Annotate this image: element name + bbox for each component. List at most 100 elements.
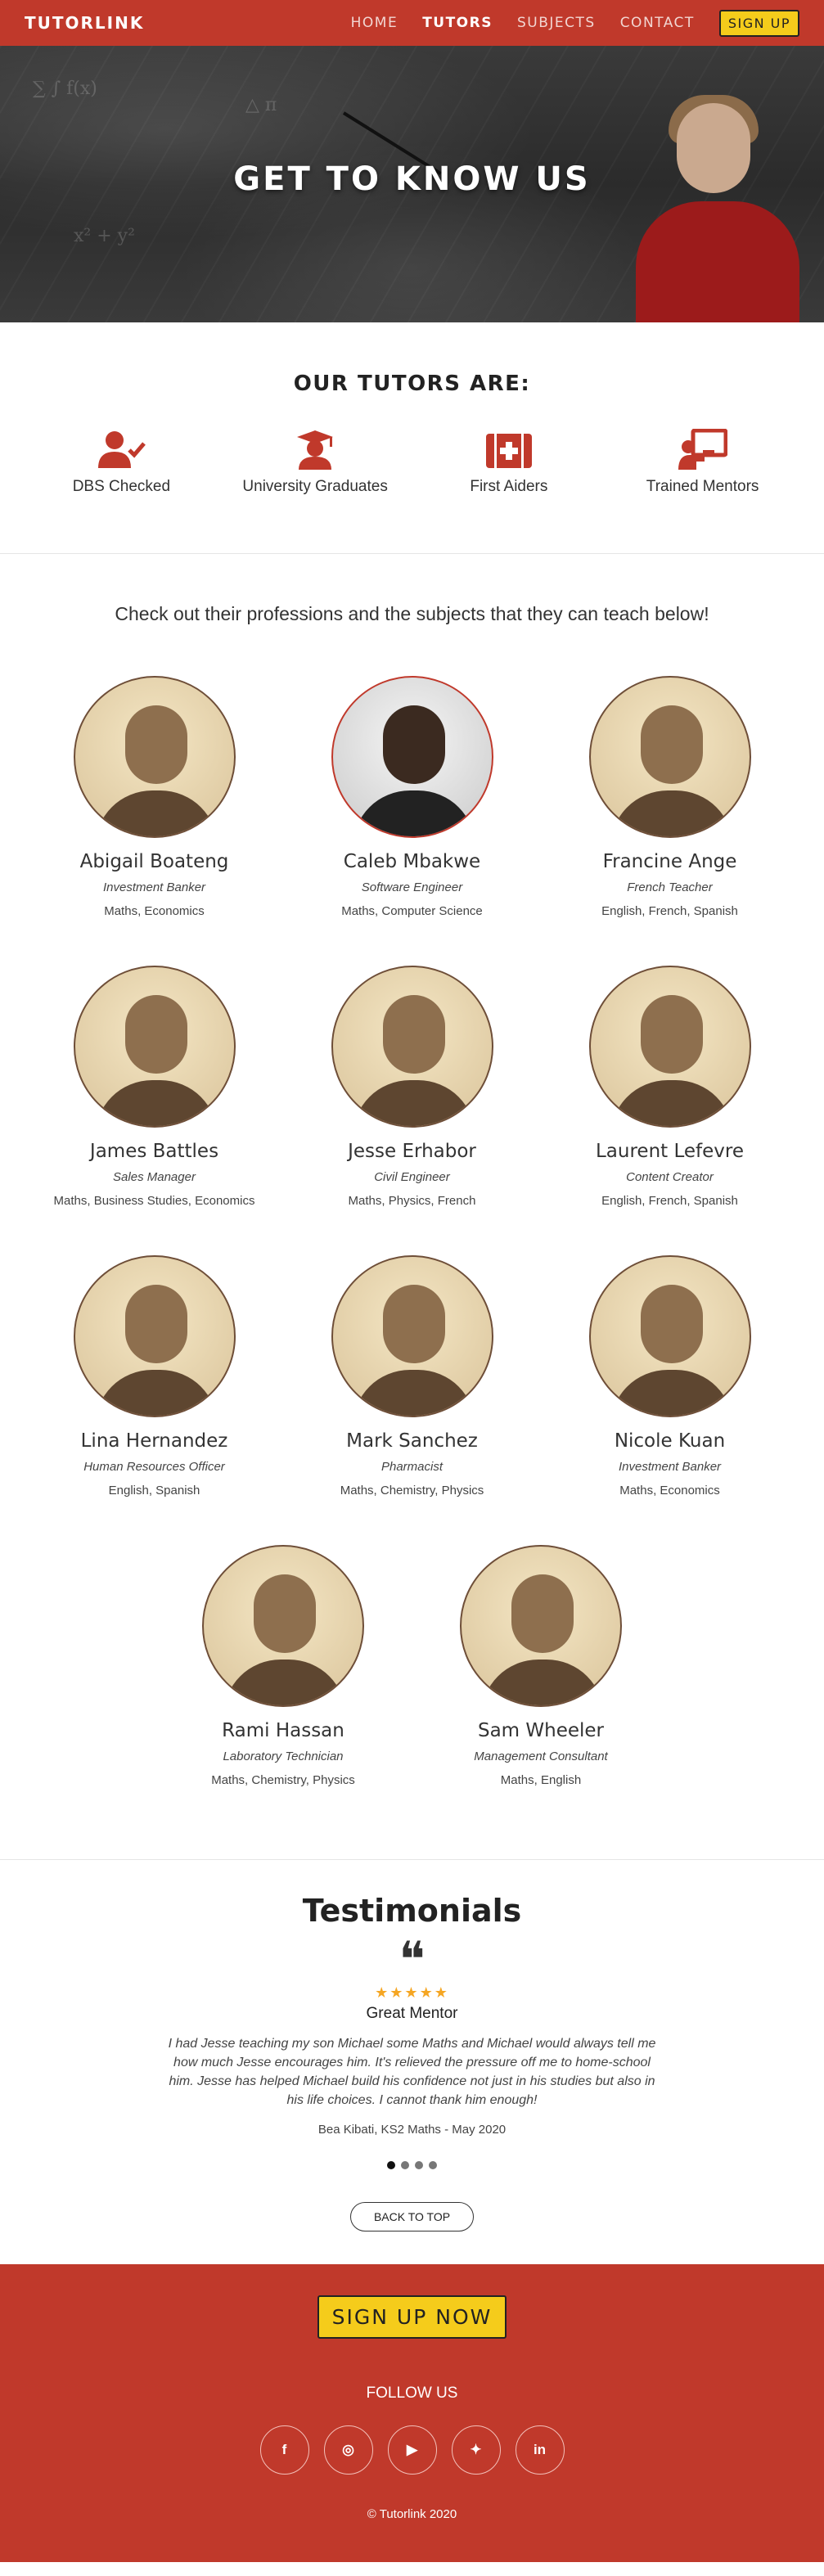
tutor-job: Human Resources Officer: [83, 1460, 225, 1474]
feature-label: First Aiders: [470, 478, 548, 495]
footer-signup-button[interactable]: SIGN UP NOW: [317, 2295, 507, 2339]
tutor-avatar[interactable]: [588, 966, 751, 1128]
nav-links: HOME TUTORS SUBJECTS CONTACT SIGN UP: [351, 9, 799, 37]
feature-dbs: DBS Checked: [39, 429, 203, 496]
twitter-icon[interactable]: ✦: [451, 2425, 501, 2475]
nav-link-contact[interactable]: CONTACT: [620, 15, 695, 31]
tutor-subjects: English, French, Spanish: [601, 1194, 738, 1208]
chalkboard-teacher-icon: [678, 429, 727, 470]
tutor-name: Laurent Lefevre: [595, 1141, 744, 1162]
testimonials-section: Testimonials ❝ ★★★★★ Great Mentor I had …: [0, 1860, 824, 2248]
nav-signup-button[interactable]: SIGN UP: [718, 9, 799, 37]
tutor-job: Content Creator: [626, 1170, 714, 1184]
brand-logo[interactable]: TUTORLINK: [25, 13, 144, 33]
tutor-job: Management Consultant: [474, 1750, 608, 1763]
tutor-job: Pharmacist: [380, 1460, 444, 1474]
features-row: DBS Checked University Graduates First A…: [0, 429, 824, 496]
testimonial-heading: Great Mentor: [366, 2005, 458, 2022]
chalk-scribble: △ π: [245, 95, 277, 115]
tutor-card: Francine Ange French Teacher English, Fr…: [541, 676, 799, 918]
tutor-avatar[interactable]: [331, 676, 493, 838]
carousel-dot[interactable]: [429, 2161, 437, 2169]
feature-label: University Graduates: [242, 478, 388, 495]
tutor-job: Civil Engineer: [374, 1170, 450, 1184]
tutor-avatar[interactable]: [331, 966, 493, 1128]
tutor-job: Laboratory Technician: [223, 1750, 344, 1763]
back-to-top-button[interactable]: BACK TO TOP: [349, 2202, 475, 2231]
rating-stars: ★★★★★: [375, 1984, 449, 2001]
linkedin-icon[interactable]: in: [515, 2425, 565, 2475]
tutor-avatar[interactable]: [588, 1255, 751, 1417]
graduation-cap-icon: [297, 430, 334, 470]
feature-graduates: University Graduates: [233, 429, 397, 496]
tutor-avatar[interactable]: [460, 1545, 622, 1707]
tutor-avatar[interactable]: [73, 676, 236, 838]
chalk-scribble: ∑ ∫ f(x): [33, 79, 97, 99]
youtube-icon[interactable]: ▶: [387, 2425, 437, 2475]
tutor-subjects: Maths, Chemistry, Physics: [340, 1484, 484, 1497]
footer: SIGN UP NOW FOLLOW US f ◎ ▶ ✦ in © Tutor…: [0, 2264, 824, 2562]
tutor-card: Mark Sanchez Pharmacist Maths, Chemistry…: [283, 1255, 541, 1497]
tutor-avatar[interactable]: [202, 1545, 364, 1707]
feature-label: Trained Mentors: [646, 478, 759, 495]
tutor-subjects: Maths, English: [500, 1773, 582, 1787]
tutor-avatar[interactable]: [73, 966, 236, 1128]
tutor-name: Rami Hassan: [222, 1720, 344, 1741]
hero-banner: ∑ ∫ f(x) x² + y² △ π GET TO KNOW US: [0, 46, 824, 322]
quote-icon: ❝: [398, 1931, 426, 1988]
tutor-name: Jesse Erhabor: [348, 1141, 476, 1162]
instagram-icon[interactable]: ◎: [323, 2425, 373, 2475]
tutor-avatar[interactable]: [73, 1255, 236, 1417]
tutor-subjects: Maths, Computer Science: [341, 904, 483, 918]
tutor-card: James Battles Sales Manager Maths, Busin…: [25, 966, 283, 1208]
tutor-name: Mark Sanchez: [346, 1430, 478, 1452]
teacher-image: [628, 79, 799, 322]
features-section: OUR TUTORS ARE: DBS Checked University G…: [0, 322, 824, 554]
nav-link-tutors[interactable]: TUTORS: [422, 15, 493, 31]
feature-first-aid: First Aiders: [427, 429, 591, 496]
tutor-job: Investment Banker: [102, 880, 206, 894]
tutor-card: Sam Wheeler Management Consultant Maths,…: [412, 1545, 670, 1787]
tutor-card: Lina Hernandez Human Resources Officer E…: [25, 1255, 283, 1497]
copyright: © Tutorlink 2020: [367, 2507, 457, 2521]
user-check-icon: [98, 431, 146, 468]
tutor-job: French Teacher: [627, 880, 713, 894]
tutors-intro: Check out their professions and the subj…: [115, 603, 709, 624]
tutor-avatar[interactable]: [331, 1255, 493, 1417]
tutor-job: Sales Manager: [113, 1170, 196, 1184]
carousel-indicators: [0, 2161, 824, 2169]
facebook-icon[interactable]: f: [259, 2425, 309, 2475]
follow-us-label: FOLLOW US: [366, 2385, 458, 2402]
testimonial-author: Bea Kibati, KS2 Maths - May 2020: [317, 2123, 507, 2137]
carousel-dot[interactable]: [387, 2161, 395, 2169]
nav-link-subjects[interactable]: SUBJECTS: [517, 15, 596, 31]
tutor-job: Investment Banker: [618, 1460, 722, 1474]
testimonial-text: I had Jesse teaching my son Michael some…: [168, 2037, 656, 2107]
first-aid-icon: [485, 434, 532, 468]
feature-mentors: Trained Mentors: [621, 429, 785, 496]
tutor-name: Nicole Kuan: [614, 1430, 726, 1452]
tutor-subjects: Maths, Chemistry, Physics: [211, 1773, 355, 1787]
tutor-name: Caleb Mbakwe: [343, 851, 481, 872]
carousel-dot[interactable]: [401, 2161, 409, 2169]
tutor-name: Sam Wheeler: [477, 1720, 605, 1741]
tutor-subjects: English, Spanish: [108, 1484, 200, 1497]
tutor-card: Nicole Kuan Investment Banker Maths, Eco…: [541, 1255, 799, 1497]
tutor-grid: Abigail Boateng Investment Banker Maths,…: [0, 676, 824, 1835]
tutor-avatar[interactable]: [588, 676, 751, 838]
tutor-job: Software Engineer: [361, 880, 463, 894]
chalk-scribble: x² + y²: [74, 226, 135, 246]
tutor-name: James Battles: [89, 1141, 219, 1162]
hero-title: GET TO KNOW US: [233, 160, 591, 198]
tutor-card: Rami Hassan Laboratory Technician Maths,…: [155, 1545, 412, 1787]
testimonials-title: Testimonials: [302, 1893, 522, 1929]
tutor-name: Lina Hernandez: [80, 1430, 228, 1452]
carousel-dot[interactable]: [415, 2161, 423, 2169]
social-links: f ◎ ▶ ✦ in: [0, 2425, 824, 2475]
feature-label: DBS Checked: [72, 478, 171, 495]
tutor-card: Abigail Boateng Investment Banker Maths,…: [25, 676, 283, 918]
tutor-card: Laurent Lefevre Content Creator English,…: [541, 966, 799, 1208]
features-title: OUR TUTORS ARE:: [293, 372, 531, 396]
tutor-name: Abigail Boateng: [79, 851, 229, 872]
nav-link-home[interactable]: HOME: [351, 15, 398, 31]
